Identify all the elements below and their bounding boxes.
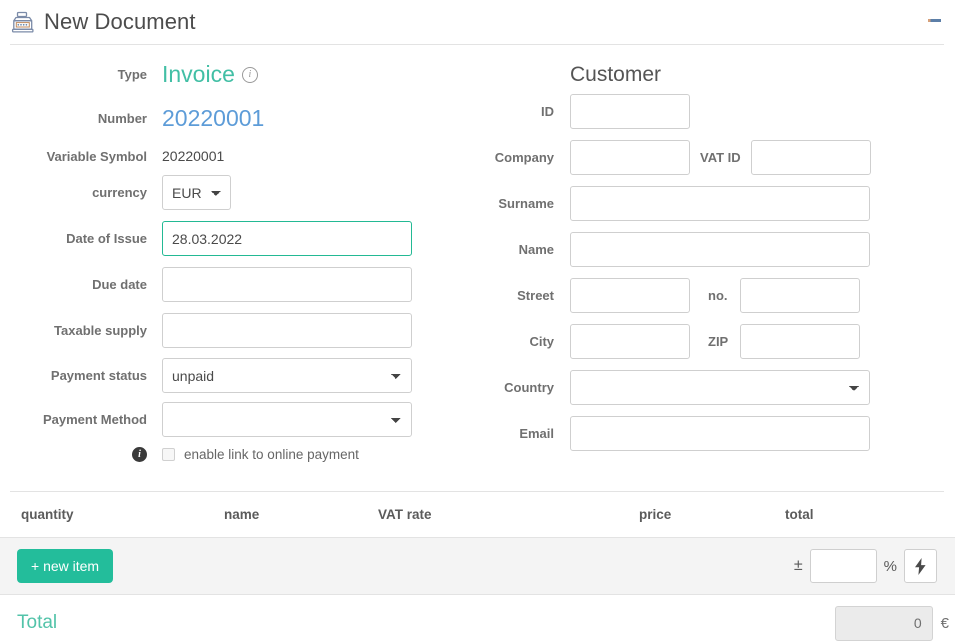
customer-vat-id-label: VAT ID xyxy=(700,150,741,165)
customer-zip-input[interactable] xyxy=(740,324,861,359)
customer-heading-row: Customer xyxy=(570,63,661,87)
items-table: quantity name VAT rate price total + new… xyxy=(0,492,955,641)
field-online-payment: i enable link to online payment xyxy=(0,447,359,462)
column-header-vat-rate: VAT rate xyxy=(378,507,432,522)
customer-id-label: ID xyxy=(541,104,554,119)
online-payment-checkbox[interactable] xyxy=(162,448,175,461)
number-value[interactable]: 20220001 xyxy=(162,107,264,130)
customer-heading: Customer xyxy=(570,63,662,86)
date-of-issue-label: Date of Issue xyxy=(66,231,147,246)
customer-name-label: Name xyxy=(518,242,554,257)
field-customer-city: City ZIP xyxy=(470,324,861,359)
customer-city-label: City xyxy=(529,334,554,349)
field-customer-company: Company VAT ID xyxy=(470,140,871,175)
total-amount-field xyxy=(834,605,933,641)
percent-label: % xyxy=(883,557,897,575)
customer-country-label: Country xyxy=(504,380,554,395)
number-label: Number xyxy=(97,111,147,126)
document-form: Type Invoice i Number 20220001 Variable … xyxy=(0,45,955,492)
payment-status-label: Payment status xyxy=(50,368,147,383)
items-table-header: quantity name VAT rate price total xyxy=(0,492,955,537)
field-variable-symbol: Variable Symbol 20220001 xyxy=(0,148,225,164)
column-header-quantity: quantity xyxy=(21,507,74,522)
customer-city-input[interactable] xyxy=(570,324,690,359)
column-header-total: total xyxy=(785,507,814,522)
new-document-window: New Document Type Invoice i Number 20220… xyxy=(0,0,955,641)
minimize-icon xyxy=(928,19,941,22)
add-new-item-button[interactable]: + new item xyxy=(17,549,114,583)
variable-symbol-label: Variable Symbol xyxy=(46,148,147,164)
apply-discount-button[interactable] xyxy=(904,549,937,583)
customer-street-label: Street xyxy=(517,288,554,303)
payment-status-select[interactable]: unpaid xyxy=(162,358,412,393)
customer-vat-id-input[interactable] xyxy=(750,140,871,175)
lightning-bolt-icon xyxy=(915,557,926,575)
currency-select[interactable]: EUR xyxy=(162,175,231,210)
field-customer-street: Street no. xyxy=(470,278,860,313)
items-action-row: + new item ± % xyxy=(0,537,955,595)
customer-id-input[interactable] xyxy=(570,94,690,129)
field-type: Type Invoice i xyxy=(0,63,258,86)
total-label: Total xyxy=(17,612,58,633)
total-amount-group: € xyxy=(834,605,949,641)
customer-name-input[interactable] xyxy=(570,232,870,267)
taxable-supply-input[interactable] xyxy=(162,313,412,348)
info-circle-outline-icon[interactable]: i xyxy=(241,66,258,83)
field-currency: currency EUR xyxy=(0,175,231,210)
discount-group: ± % xyxy=(794,549,937,583)
field-payment-method: Payment Method xyxy=(0,402,412,437)
plus-minus-icon[interactable]: ± xyxy=(794,557,803,575)
customer-email-input[interactable] xyxy=(570,416,870,451)
field-payment-status: Payment status unpaid xyxy=(0,358,412,393)
totals-row: Total € xyxy=(0,595,955,641)
payment-method-label: Payment Method xyxy=(42,412,147,427)
field-customer-country: Country xyxy=(470,370,870,405)
customer-surname-input[interactable] xyxy=(570,186,870,221)
due-date-input[interactable] xyxy=(162,267,412,302)
type-label: Type xyxy=(117,67,147,82)
page-title: New Document xyxy=(44,8,196,34)
field-number: Number 20220001 xyxy=(0,107,264,130)
customer-country-select[interactable] xyxy=(570,370,870,405)
window-titlebar: New Document xyxy=(0,0,955,45)
type-value[interactable]: Invoice xyxy=(162,63,235,86)
customer-no-input[interactable] xyxy=(739,278,860,313)
field-customer-name: Name xyxy=(470,232,870,267)
info-circle-filled-icon[interactable]: i xyxy=(132,447,147,462)
minimize-button[interactable] xyxy=(927,12,943,28)
currency-symbol: € xyxy=(940,614,949,632)
field-taxable-supply: Taxable supply xyxy=(0,313,412,348)
customer-email-label: Email xyxy=(519,426,554,441)
field-customer-id: ID xyxy=(470,94,690,129)
variable-symbol-value: 20220001 xyxy=(162,148,225,164)
currency-label: currency xyxy=(92,185,147,200)
field-date-of-issue: Date of Issue xyxy=(0,221,412,256)
online-payment-info-wrap: i xyxy=(0,447,162,462)
payment-method-select[interactable] xyxy=(162,402,412,437)
cash-register-icon xyxy=(11,11,34,33)
column-header-price: price xyxy=(639,507,672,522)
field-due-date: Due date xyxy=(0,267,412,302)
customer-surname-label: Surname xyxy=(498,196,554,211)
field-customer-surname: Surname xyxy=(470,186,870,221)
date-of-issue-input[interactable] xyxy=(162,221,412,256)
taxable-supply-label: Taxable supply xyxy=(54,323,147,338)
customer-street-input[interactable] xyxy=(570,278,690,313)
customer-company-label: Company xyxy=(494,150,554,165)
field-customer-email: Email xyxy=(470,416,870,451)
due-date-label: Due date xyxy=(92,277,147,292)
discount-input[interactable] xyxy=(809,549,877,583)
online-payment-label[interactable]: enable link to online payment xyxy=(184,447,359,462)
customer-zip-label: ZIP xyxy=(708,334,729,349)
customer-company-input[interactable] xyxy=(570,140,690,175)
customer-no-label: no. xyxy=(708,288,728,303)
column-header-name: name xyxy=(224,507,260,522)
